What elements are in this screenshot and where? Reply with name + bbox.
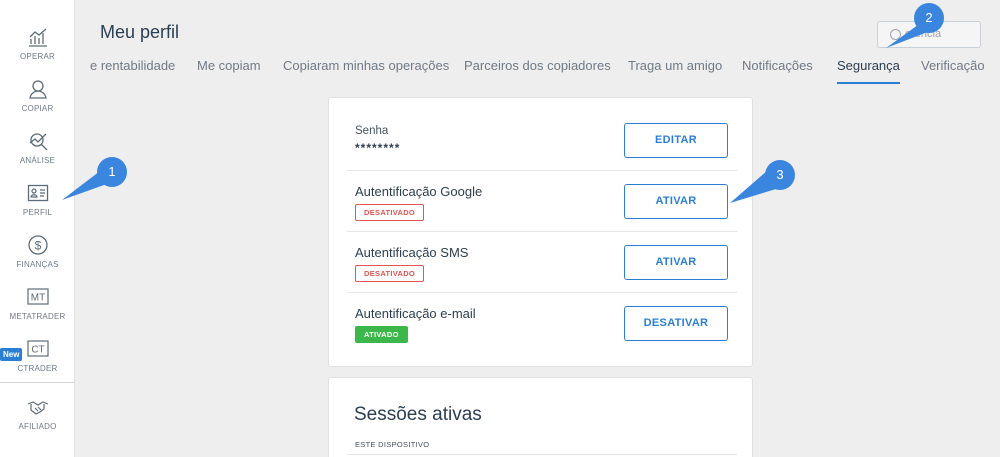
annotation-pointers [62, 22, 938, 203]
annotation-marker-3: 3 [765, 160, 795, 190]
annotation-marker-2: 2 [914, 3, 944, 33]
annotation-marker-1: 1 [97, 157, 127, 187]
